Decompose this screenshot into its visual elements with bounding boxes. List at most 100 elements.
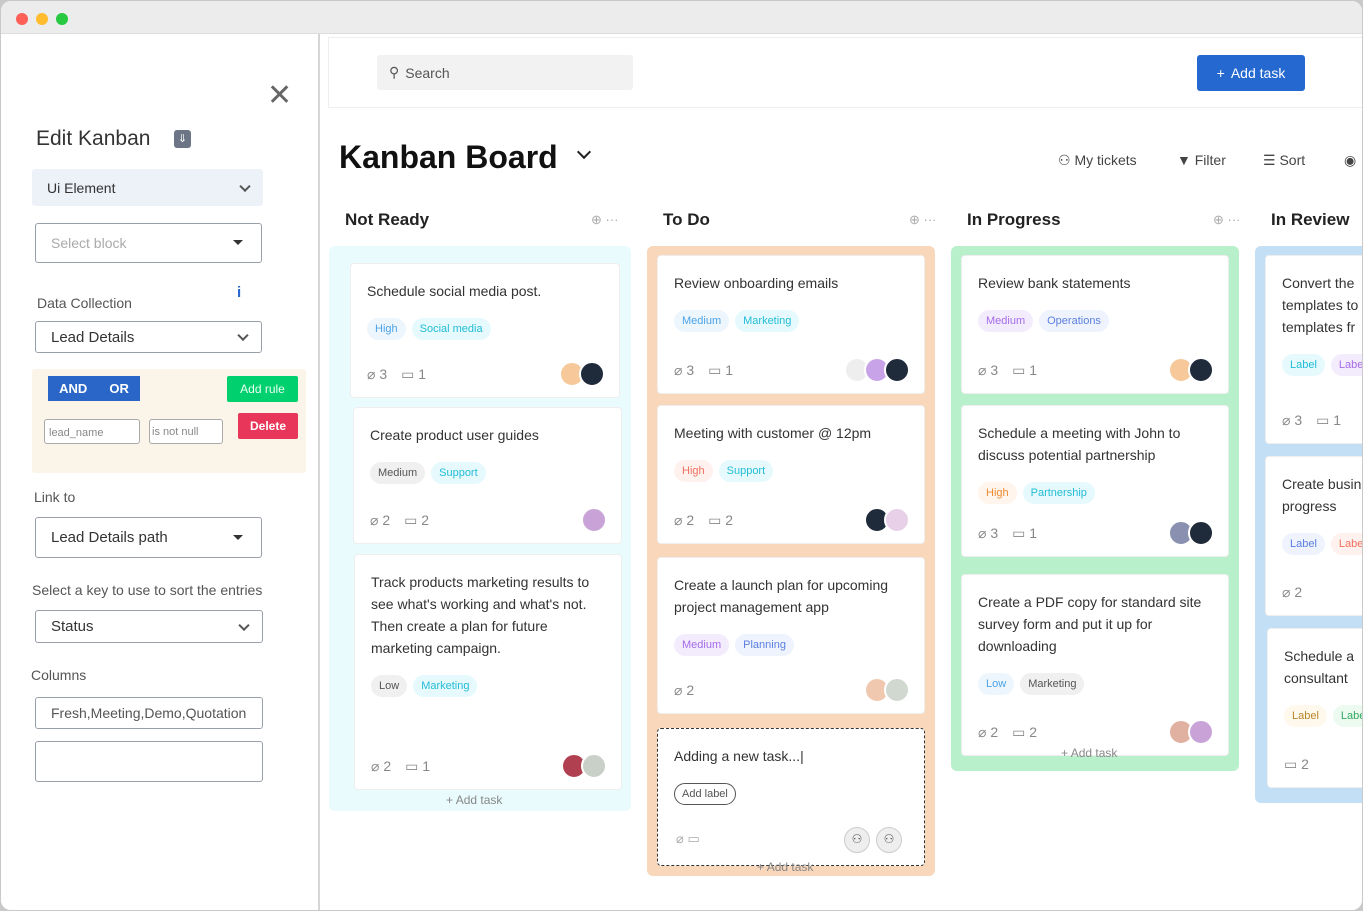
new-task-card[interactable]: Adding a new task...| Add label ⌀ ▭ ⚇ ⚇ [657, 728, 925, 866]
eye-icon[interactable]: ◉ [1344, 152, 1356, 169]
task-card[interactable]: Create a PDF copy for standard site surv… [961, 574, 1229, 756]
avatar[interactable] [884, 357, 910, 383]
tag-badge[interactable]: Marketing [1020, 673, 1085, 695]
tag-badge[interactable]: High [978, 482, 1017, 504]
tag-badge[interactable]: Label [1282, 533, 1325, 555]
tag-badge[interactable]: Medium [674, 310, 730, 332]
tag-badge[interactable]: Marketing [735, 310, 800, 332]
extra-input[interactable] [35, 741, 263, 782]
card-footer: ⌀ 2 [1282, 584, 1302, 601]
tag-badge[interactable]: Low [371, 675, 408, 697]
maximize-window-button[interactable] [56, 13, 68, 25]
comment-number: 1 [1333, 412, 1342, 428]
tag-badge[interactable]: Label [1284, 705, 1327, 727]
info-icon[interactable]: i [237, 284, 241, 301]
comment-count: ▭ 1 [708, 362, 733, 379]
paperclip-icon: ⌀ [370, 512, 383, 528]
close-icon[interactable]: ✕ [267, 81, 292, 111]
task-card[interactable]: Track products marketing results to see … [354, 554, 622, 790]
task-title: Create product user guides [370, 427, 539, 443]
avatar[interactable] [581, 753, 607, 779]
add-task-link[interactable]: + Add task [446, 793, 502, 807]
paperclip-icon: ⌀ [367, 366, 380, 382]
chevron-down-icon [239, 180, 251, 192]
filter-button[interactable]: ▼ Filter [1177, 152, 1226, 168]
paperclip-icon: ⌀ [1282, 412, 1295, 428]
or-toggle[interactable]: OR [109, 381, 129, 396]
attachment-number: 2 [1294, 584, 1303, 600]
sort-key-select[interactable]: Status [35, 610, 263, 643]
and-toggle[interactable]: AND [59, 381, 87, 396]
avatar[interactable] [884, 677, 910, 703]
tag-badge[interactable]: Operations [1039, 310, 1109, 332]
task-card[interactable]: Meeting with customer @ 12pm High Support ⌀… [657, 405, 925, 544]
tag-badge[interactable]: Partnership [1022, 482, 1095, 504]
rule-field-input[interactable]: lead_name [44, 419, 140, 444]
select-block-dropdown[interactable]: Select block [35, 223, 262, 263]
tag-badge[interactable]: Label [1282, 354, 1325, 376]
assign-user-icon[interactable]: ⚇ [844, 827, 870, 853]
comment-count: ▭ 2 [404, 512, 429, 529]
search-input[interactable]: ⚲ Search [377, 55, 633, 90]
avatar[interactable] [884, 507, 910, 533]
tag-badge[interactable]: Label [1332, 705, 1362, 727]
rule-operator-input[interactable]: is not null [149, 419, 223, 444]
tag-badge[interactable]: Support [431, 462, 486, 484]
add-task-link[interactable]: + Add task [1061, 746, 1117, 760]
tag-badge[interactable]: Label [1330, 533, 1362, 555]
data-collection-select[interactable]: Lead Details [35, 321, 262, 353]
tag-badge[interactable]: Medium [978, 310, 1034, 332]
tag-badge[interactable]: Medium [674, 634, 730, 656]
column-menu-icon[interactable]: ⊕ ··· [591, 212, 619, 228]
ui-element-select[interactable]: Ui Element [32, 169, 263, 206]
paperclip-icon: ⌀ [674, 512, 687, 528]
comment-count: ▭ 1 [401, 366, 426, 383]
tag-list: LabelLabel [1284, 705, 1362, 727]
board-chevron-down-icon[interactable] [576, 144, 592, 160]
close-window-button[interactable] [16, 13, 28, 25]
tag-badge[interactable]: High [367, 318, 406, 340]
avatar[interactable] [581, 507, 607, 533]
tag-badge[interactable]: Support [718, 460, 774, 482]
tag-badge[interactable]: Marketing [413, 675, 478, 697]
avatar[interactable] [1188, 357, 1214, 383]
attachment-number: 3 [686, 362, 695, 378]
task-card[interactable]: Create a launch plan for upcoming projec… [657, 557, 925, 714]
task-card[interactable]: Schedule a meeting with John to discuss … [961, 405, 1229, 557]
column-menu-icon[interactable]: ⊕ ··· [1213, 212, 1241, 228]
tag-badge[interactable]: Label [1330, 354, 1362, 376]
comment-number: 1 [1029, 362, 1038, 378]
tag-badge[interactable]: Medium [370, 462, 426, 484]
link-to-dropdown[interactable]: Lead Details path [35, 517, 262, 558]
tag-badge[interactable]: Planning [735, 634, 794, 656]
comment-number: 2 [421, 512, 430, 528]
assign-user-icon[interactable]: ⚇ [876, 827, 902, 853]
task-card[interactable]: Create product user guides Medium Support ⌀… [353, 407, 622, 544]
add-label-button[interactable]: Add label [674, 783, 736, 805]
avatar[interactable] [1188, 520, 1214, 546]
add-task-button[interactable]: + Add task [1197, 55, 1305, 91]
task-card[interactable]: Create busin progress LabelLabel ⌀ 2 [1265, 456, 1362, 616]
task-card[interactable]: Review onboarding emails Medium Marketing ⌀… [657, 255, 925, 394]
sort-button[interactable]: ☰ Sort [1263, 152, 1305, 169]
minimize-window-button[interactable] [36, 13, 48, 25]
download-icon[interactable]: ⇓ [174, 130, 191, 148]
task-card[interactable]: Convert the templates to templates fr Lab… [1265, 255, 1362, 444]
columns-input[interactable]: Fresh,Meeting,Demo,Quotation [35, 697, 263, 729]
comment-count: ▭ 2 [1012, 724, 1037, 741]
add-task-link[interactable]: + Add task [757, 860, 813, 874]
avatar[interactable] [1188, 719, 1214, 745]
add-rule-button[interactable]: Add rule [227, 376, 298, 402]
tag-badge[interactable]: Social media [411, 318, 491, 340]
avatar[interactable] [579, 361, 605, 387]
my-tickets-button[interactable]: ⚇ My tickets [1058, 152, 1137, 169]
task-card[interactable]: Schedule a consultant LabelLabel ▭ 2 [1267, 628, 1362, 788]
column-menu-icon[interactable]: ⊕ ··· [909, 212, 937, 228]
delete-rule-button[interactable]: Delete [238, 413, 298, 439]
tag-badge[interactable]: High [674, 460, 713, 482]
task-card[interactable]: Review bank statements Medium Operations ⌀ … [961, 255, 1229, 394]
task-card[interactable]: Schedule social media post. High Social me… [350, 263, 620, 398]
new-task-input[interactable]: Adding a new task...| [674, 745, 912, 767]
column-not-ready: Schedule social media post. High Social me… [329, 246, 631, 811]
tag-badge[interactable]: Low [978, 673, 1015, 695]
